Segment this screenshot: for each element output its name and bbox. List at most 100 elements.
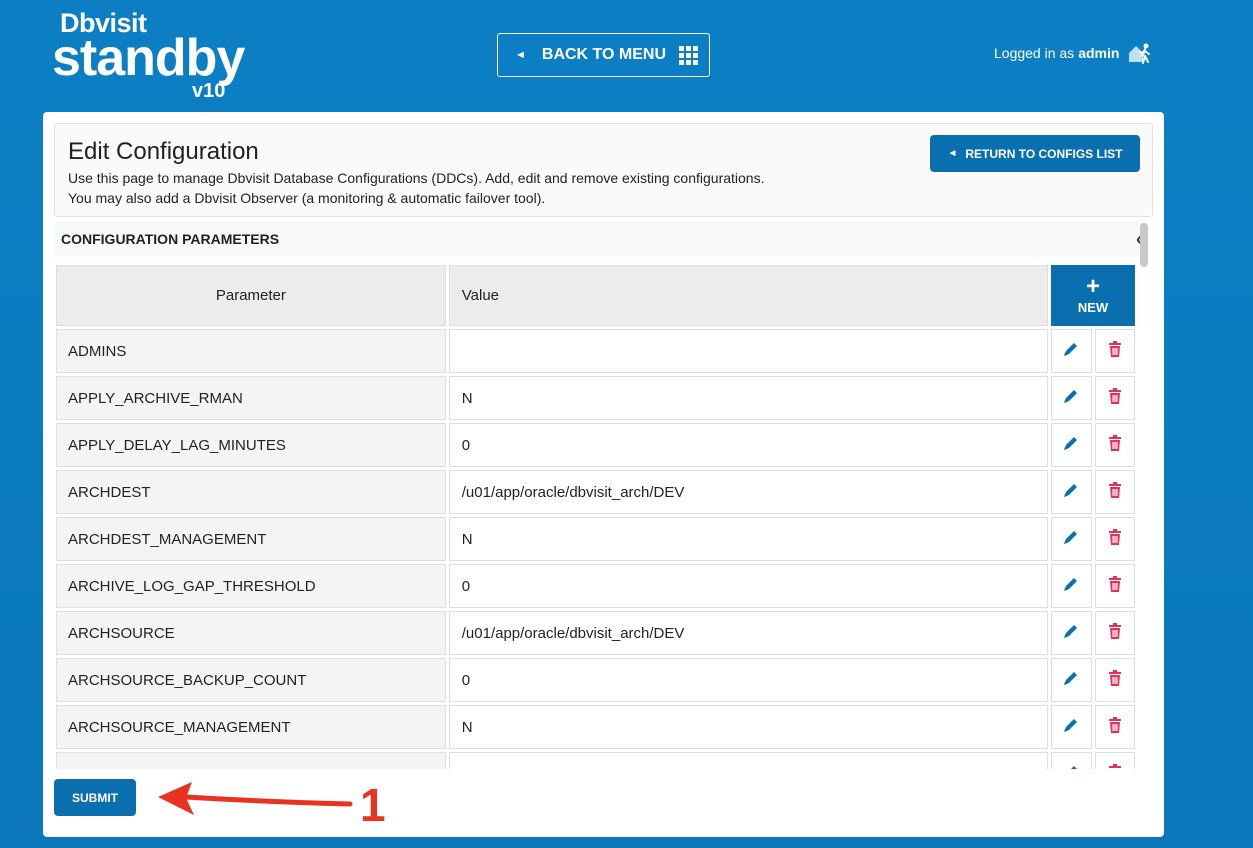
plus-icon: + — [1086, 273, 1101, 300]
trash-icon — [1108, 576, 1121, 592]
value-cell: N — [448, 705, 1049, 749]
trash-icon — [1108, 435, 1121, 451]
delete-button[interactable] — [1094, 658, 1135, 702]
page-description: Use this page to manage Dbvisit Database… — [68, 168, 764, 208]
edit-button[interactable] — [1051, 329, 1092, 373]
column-header-parameter: Parameter — [56, 265, 446, 326]
back-to-menu-label: BACK TO MENU — [541, 46, 667, 63]
page-description-line2: You may also add a Dbvisit Observer (a m… — [68, 190, 546, 206]
parameters-table: Parameter Value + NEW ADMINS APPLY_ARCHI… — [54, 262, 1138, 769]
delete-button[interactable] — [1094, 470, 1135, 514]
logo-version: v10 — [192, 80, 226, 102]
triangle-left-icon: ◄ — [515, 49, 526, 61]
edit-button[interactable] — [1051, 376, 1092, 420]
new-parameter-button[interactable]: + NEW — [1051, 265, 1135, 326]
value-cell — [448, 752, 1049, 769]
value-cell — [448, 329, 1049, 373]
table-row: ARCHTMP — [56, 752, 1135, 769]
pencil-icon — [1064, 578, 1078, 591]
value-cell: 0 — [448, 658, 1049, 702]
table-row: APPLY_DELAY_LAG_MINUTES 0 — [56, 423, 1135, 467]
parameter-cell: ARCHDEST_MANAGEMENT — [56, 517, 446, 561]
table-row: ARCHIVE_LOG_GAP_THRESHOLD 0 — [56, 564, 1135, 608]
logo-product: standby — [52, 29, 245, 87]
trash-icon — [1108, 529, 1121, 545]
config-parameters-section-header: CONFIGURATION PARAMETERS « — [54, 221, 1146, 257]
table-row: ARCHDEST_MANAGEMENT N — [56, 517, 1135, 561]
submit-button[interactable]: SUBMIT — [54, 779, 136, 816]
pencil-icon — [1064, 390, 1078, 403]
parameter-cell: ARCHSOURCE — [56, 611, 446, 655]
annotation-arrow: 1 — [150, 778, 390, 838]
edit-button[interactable] — [1051, 658, 1092, 702]
pencil-icon — [1071, 766, 1078, 769]
edit-button[interactable] — [1051, 564, 1092, 608]
parameter-cell: APPLY_ARCHIVE_RMAN — [56, 376, 446, 420]
delete-button[interactable] — [1094, 611, 1135, 655]
new-label: NEW — [1077, 300, 1109, 315]
trash-icon — [1108, 341, 1121, 357]
table-row: ADMINS — [56, 329, 1135, 373]
column-header-value: Value — [448, 265, 1049, 326]
bottom-strip — [0, 838, 1253, 848]
pencil-icon — [1064, 625, 1078, 638]
scrollbar[interactable] — [1140, 223, 1148, 267]
edit-button[interactable] — [1051, 705, 1092, 749]
trash-icon — [1108, 717, 1121, 733]
login-status: Logged in as admin — [994, 42, 1153, 64]
delete-button[interactable] — [1094, 752, 1135, 769]
return-to-configs-button[interactable]: ◄ RETURN TO CONFIGS LIST — [930, 135, 1140, 172]
table-row: ARCHSOURCE /u01/app/oracle/dbvisit_arch/… — [56, 611, 1135, 655]
parameter-cell: ARCHTMP — [56, 752, 446, 769]
value-cell: N — [448, 517, 1049, 561]
section-title: CONFIGURATION PARAMETERS — [61, 231, 280, 247]
logout-person-icon[interactable] — [1127, 42, 1153, 64]
dbvisit-logo: Dbvisit standby v10 — [52, 6, 272, 102]
pencil-icon — [1064, 484, 1078, 497]
parameter-cell: ADMINS — [56, 329, 446, 373]
trash-icon — [1108, 482, 1121, 498]
page-description-line1: Use this page to manage Dbvisit Database… — [68, 170, 765, 186]
table-row: ARCHDEST /u01/app/oracle/dbvisit_arch/DE… — [56, 470, 1135, 514]
trash-icon — [1108, 670, 1121, 686]
edit-button[interactable] — [1051, 423, 1092, 467]
edit-button[interactable] — [1051, 611, 1092, 655]
value-cell: 0 — [448, 423, 1049, 467]
username: admin — [1078, 45, 1120, 61]
parameter-cell: ARCHSOURCE_BACKUP_COUNT — [56, 658, 446, 702]
table-row: APPLY_ARCHIVE_RMAN N — [56, 376, 1135, 420]
parameter-cell: ARCHIVE_LOG_GAP_THRESHOLD — [56, 564, 446, 608]
edit-button[interactable] — [1051, 752, 1092, 769]
main-panel: Edit Configuration Use this page to mana… — [43, 112, 1164, 837]
pencil-icon — [1064, 437, 1078, 450]
edit-button[interactable] — [1051, 517, 1092, 561]
pencil-icon — [1064, 719, 1078, 732]
parameters-table-container[interactable]: Parameter Value + NEW ADMINS APPLY_ARCHI… — [54, 262, 1138, 769]
pencil-icon — [1064, 531, 1078, 544]
triangle-left-icon: ◄ — [947, 148, 958, 159]
pencil-icon — [1064, 672, 1078, 685]
delete-button[interactable] — [1094, 564, 1135, 608]
parameter-cell: APPLY_DELAY_LAG_MINUTES — [56, 423, 446, 467]
delete-button[interactable] — [1094, 329, 1135, 373]
table-row: ARCHSOURCE_MANAGEMENT N — [56, 705, 1135, 749]
logged-in-label: Logged in as — [994, 45, 1075, 61]
parameter-cell: ARCHSOURCE_MANAGEMENT — [56, 705, 446, 749]
annotation-number: 1 — [360, 779, 386, 831]
delete-button[interactable] — [1094, 705, 1135, 749]
return-to-configs-label: RETURN TO CONFIGS LIST — [965, 146, 1123, 161]
delete-button[interactable] — [1094, 376, 1135, 420]
delete-button[interactable] — [1094, 517, 1135, 561]
value-cell: 0 — [448, 564, 1049, 608]
pencil-icon — [1064, 343, 1078, 356]
trash-icon — [1108, 623, 1121, 639]
table-row: ARCHSOURCE_BACKUP_COUNT 0 — [56, 658, 1135, 702]
red-arrow-icon — [158, 782, 353, 815]
delete-button[interactable] — [1094, 423, 1135, 467]
back-to-menu-button[interactable]: ◄ BACK TO MENU — [497, 33, 710, 77]
edit-button[interactable] — [1051, 470, 1092, 514]
trash-icon — [1108, 764, 1121, 768]
page-title: Edit Configuration — [68, 138, 259, 165]
grid-icon — [679, 45, 699, 65]
value-cell: /u01/app/oracle/dbvisit_arch/DEV — [448, 611, 1049, 655]
